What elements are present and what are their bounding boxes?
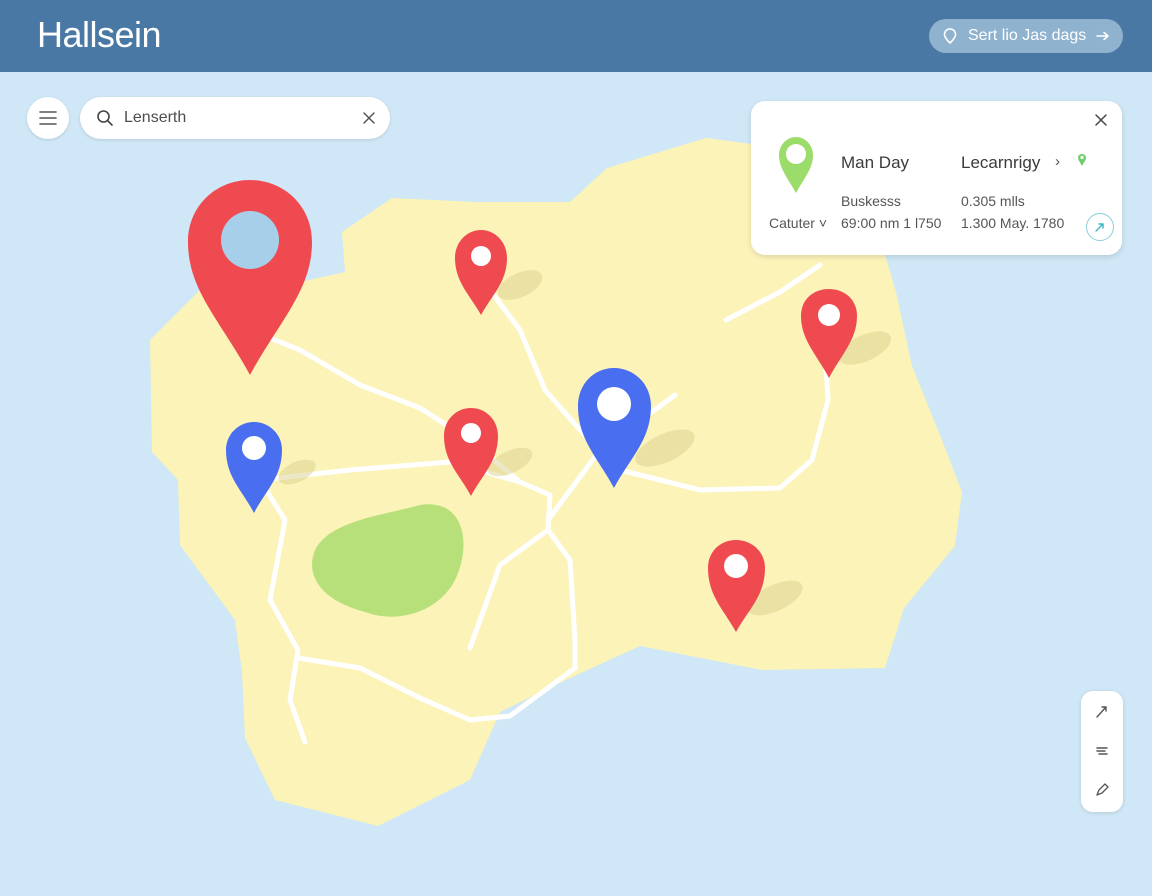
chevron-right-icon[interactable]: › bbox=[1055, 153, 1060, 170]
app-header: Hallsein Sert lio Jas dags bbox=[0, 0, 1152, 72]
close-icon[interactable] bbox=[1094, 113, 1108, 127]
directions-icon bbox=[1095, 223, 1104, 232]
close-icon[interactable] bbox=[362, 111, 376, 125]
search-box[interactable]: Lenserth bbox=[80, 97, 390, 139]
draw-icon bbox=[1096, 783, 1109, 796]
card-row2-time: 69:00 nm 1 l750 bbox=[841, 215, 942, 231]
search-icon bbox=[97, 110, 113, 126]
header-action-button[interactable]: Sert lio Jas dags bbox=[929, 19, 1123, 53]
card-row1-value: 0.305 mlls bbox=[961, 193, 1025, 209]
search-input[interactable]: Lenserth bbox=[124, 109, 362, 127]
layers-button[interactable] bbox=[1081, 732, 1123, 770]
map-pin-icon bbox=[779, 137, 813, 193]
draw-button[interactable] bbox=[1081, 771, 1123, 809]
location-icon bbox=[943, 28, 957, 45]
navigate-button[interactable] bbox=[1081, 693, 1123, 731]
card-title: Man Day bbox=[841, 153, 910, 172]
directions-button[interactable] bbox=[1086, 213, 1114, 241]
card-subtitle[interactable]: Lecarnrigy bbox=[961, 153, 1040, 173]
card-row2-label-text: Catuter bbox=[769, 215, 815, 231]
chevron-down-icon: ˅ bbox=[818, 215, 827, 231]
app-title: Hallsein bbox=[37, 14, 162, 55]
location-info-card: Man Day Lecarnrigy › Buskesss 0.305 mlls… bbox=[751, 101, 1122, 255]
hamburger-icon bbox=[39, 111, 57, 125]
card-row2-label[interactable]: Catuter ˅ bbox=[769, 215, 827, 231]
card-row1-label: Buskesss bbox=[841, 193, 901, 209]
card-row2-value: 1.300 May. 1780 bbox=[961, 215, 1065, 231]
navigate-icon bbox=[1096, 706, 1107, 718]
layers-icon bbox=[1096, 747, 1108, 755]
header-action-label: Sert lio Jas dags bbox=[968, 27, 1087, 44]
arrow-right-icon bbox=[1096, 31, 1109, 41]
menu-button[interactable] bbox=[27, 97, 69, 139]
map-controls bbox=[1081, 691, 1123, 812]
map-pin-icon bbox=[1078, 154, 1086, 166]
